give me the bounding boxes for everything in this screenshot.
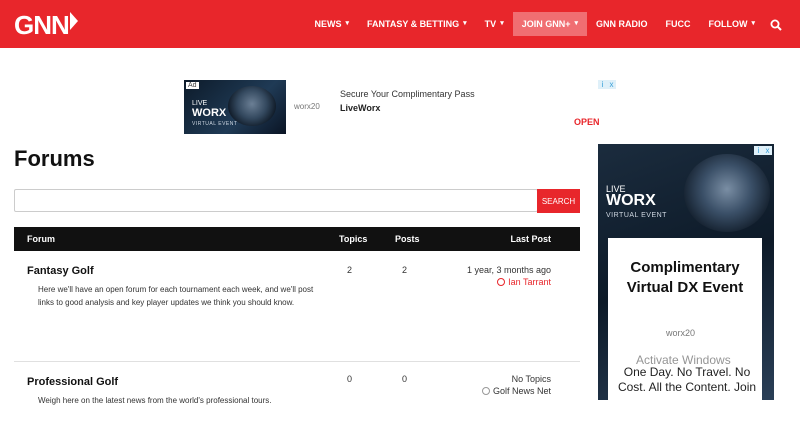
- search-button[interactable]: SEARCH: [537, 189, 580, 213]
- ad-choices[interactable]: i x: [754, 146, 772, 155]
- ad-image[interactable]: Ad LIVE WORX VIRTUAL EVENT: [184, 80, 286, 134]
- topics-count: 0: [347, 374, 353, 384]
- author-name[interactable]: Golf News Net: [493, 386, 551, 396]
- side-ad-title-line: Complimentary: [630, 259, 740, 276]
- nav-item-tv[interactable]: TV ▾: [476, 12, 513, 36]
- logo-flag-icon: [69, 12, 78, 30]
- side-ad-worx-text: WORX: [606, 192, 656, 209]
- ad-choices[interactable]: i x: [598, 80, 616, 90]
- nav-item-fantasy-betting[interactable]: FANTASY & BETTING ▾: [358, 12, 476, 36]
- nav-label: FUCC: [665, 19, 691, 29]
- ad-image-event-text: VIRTUAL EVENT: [192, 121, 238, 127]
- nav-item-follow[interactable]: FOLLOW ▾: [699, 12, 764, 36]
- gnn-logo[interactable]: GNN: [14, 10, 78, 40]
- nav-label: GNN RADIO: [595, 19, 648, 29]
- ad-info-icon[interactable]: i: [598, 80, 607, 89]
- advertiser-logo: worx20: [294, 96, 328, 116]
- column-header-topics: Topics: [339, 234, 368, 244]
- chevron-down-icon: ▾: [751, 20, 755, 27]
- forum-description: Weigh here on the latest news from the w…: [38, 396, 272, 405]
- last-post-author[interactable]: Golf News Net: [481, 386, 551, 396]
- ad-info-icon[interactable]: i: [754, 146, 763, 155]
- forum-description: Here we'll have an open forum for each t…: [38, 285, 314, 307]
- posts-count: 0: [402, 374, 408, 384]
- nav-label: JOIN GNN+: [521, 19, 571, 29]
- nav-item-fucc[interactable]: FUCC: [656, 12, 699, 36]
- logo-text: GNN: [14, 9, 70, 40]
- column-header-forum: Forum: [27, 234, 55, 244]
- ad-image-live-text: LIVE: [192, 100, 208, 107]
- page-title: Forums: [14, 146, 95, 171]
- side-ad-title: Complimentary Virtual DX Event: [608, 258, 762, 298]
- search-icon[interactable]: [770, 18, 782, 31]
- ad-image-worx-text: WORX: [192, 107, 227, 119]
- side-ad-body-line: One Day. No Travel. No: [623, 365, 751, 379]
- user-avatar-icon: [497, 278, 506, 286]
- chevron-down-icon: ▾: [345, 20, 349, 27]
- last-post-time-link[interactable]: 1 year, 3 months ago: [467, 265, 551, 275]
- forum-title-link[interactable]: Fantasy Golf: [27, 265, 94, 277]
- column-header-posts: Posts: [395, 234, 420, 244]
- table-row: Professional Golf Weigh here on the late…: [14, 362, 580, 422]
- table-header: Forum Topics Posts Last Post: [14, 227, 580, 251]
- chevron-down-icon: ▾: [574, 20, 578, 27]
- nav-label: FOLLOW: [708, 19, 748, 29]
- side-ad-title-line: Virtual DX Event: [626, 279, 744, 296]
- forum-search-input[interactable]: [14, 189, 538, 212]
- ad-advertiser[interactable]: LiveWorx: [340, 103, 380, 113]
- table-row: Fantasy Golf Here we'll have an open for…: [14, 251, 580, 362]
- main-nav: NEWS ▾ FANTASY & BETTING ▾ TV ▾ JOIN GNN+ ▾ …: [305, 0, 782, 48]
- nav-label: TV: [484, 19, 497, 29]
- chevron-down-icon: ▾: [463, 20, 467, 27]
- column-header-last-post: Last Post: [510, 234, 551, 244]
- advertiser-logo-text: worx20: [294, 102, 320, 111]
- nav-label: NEWS: [314, 19, 342, 29]
- ad-badge: Ad: [186, 82, 199, 89]
- last-post-status: No Topics: [511, 374, 551, 384]
- ad-open-button[interactable]: OPEN: [574, 117, 600, 127]
- posts-count: 2: [402, 265, 408, 275]
- nav-item-join-gnn-plus[interactable]: JOIN GNN+ ▾: [512, 12, 587, 36]
- side-ad-body: One Day. No Travel. No Cost. All the Con…: [612, 365, 762, 395]
- side-ad-card[interactable]: Complimentary Virtual DX Event worx20 On…: [608, 238, 762, 400]
- nav-label: FANTASY & BETTING: [366, 19, 460, 29]
- ad-headline[interactable]: Secure Your Complimentary Pass: [340, 89, 475, 99]
- side-ad-event-text: VIRTUAL EVENT: [606, 212, 667, 219]
- ad-close-icon[interactable]: x: [763, 146, 772, 155]
- forums-table: Forum Topics Posts Last Post Fantasy Gol…: [14, 227, 580, 422]
- activate-windows-watermark: Activate Windows: [636, 353, 731, 367]
- nav-item-gnn-radio[interactable]: GNN RADIO: [587, 12, 657, 36]
- top-navigation-bar: GNN NEWS ▾ FANTASY & BETTING ▾ TV ▾ JOIN GN…: [0, 0, 800, 48]
- user-avatar-icon: [481, 387, 490, 395]
- last-post-author[interactable]: Ian Tarrant: [497, 277, 551, 287]
- advertiser-logo: worx20: [666, 328, 696, 338]
- chevron-down-icon: ▾: [500, 20, 504, 27]
- device-graphic: [684, 154, 770, 232]
- ad-close-icon[interactable]: x: [607, 80, 616, 89]
- forum-title-link[interactable]: Professional Golf: [27, 376, 118, 388]
- device-graphic: [228, 86, 276, 126]
- topics-count: 2: [347, 265, 353, 275]
- author-name[interactable]: Ian Tarrant: [508, 277, 551, 287]
- side-ad-body-line: Cost. All the Content. Join: [617, 380, 757, 394]
- top-banner-ad[interactable]: Ad LIVE WORX VIRTUAL EVENT worx20 Secure…: [184, 80, 616, 136]
- nav-item-news[interactable]: NEWS ▾: [305, 12, 358, 36]
